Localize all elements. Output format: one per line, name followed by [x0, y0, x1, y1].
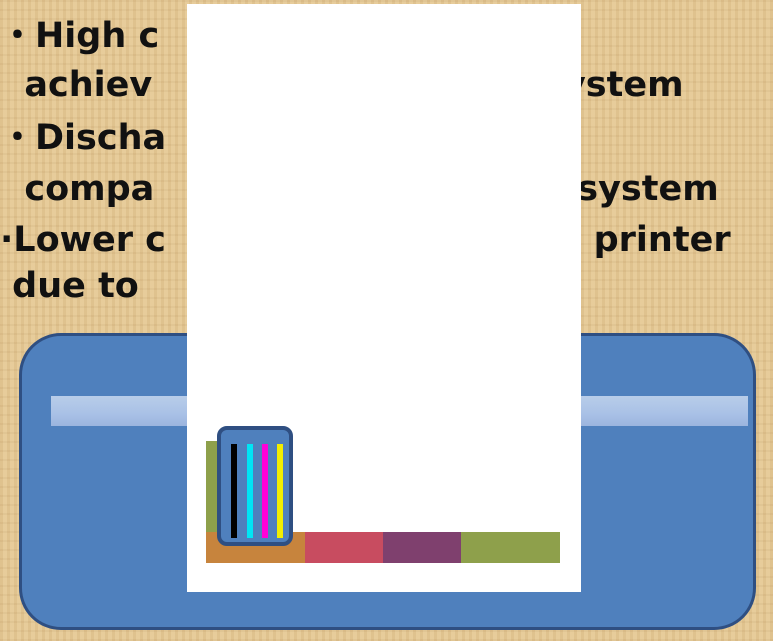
print-head	[217, 426, 293, 546]
printed-swatch-purple	[383, 532, 461, 563]
printed-swatch-green	[461, 532, 560, 563]
ink-line-yellow	[277, 444, 283, 538]
ink-line-cyan	[247, 444, 253, 538]
bullet-line-6: due to	[0, 266, 139, 306]
bullet-line-3: ・Discha	[0, 118, 167, 158]
bullet-line-1: ・High c	[0, 16, 160, 56]
ink-line-black	[231, 444, 237, 538]
printed-swatch-red	[305, 532, 383, 563]
ink-line-magenta	[262, 444, 268, 538]
